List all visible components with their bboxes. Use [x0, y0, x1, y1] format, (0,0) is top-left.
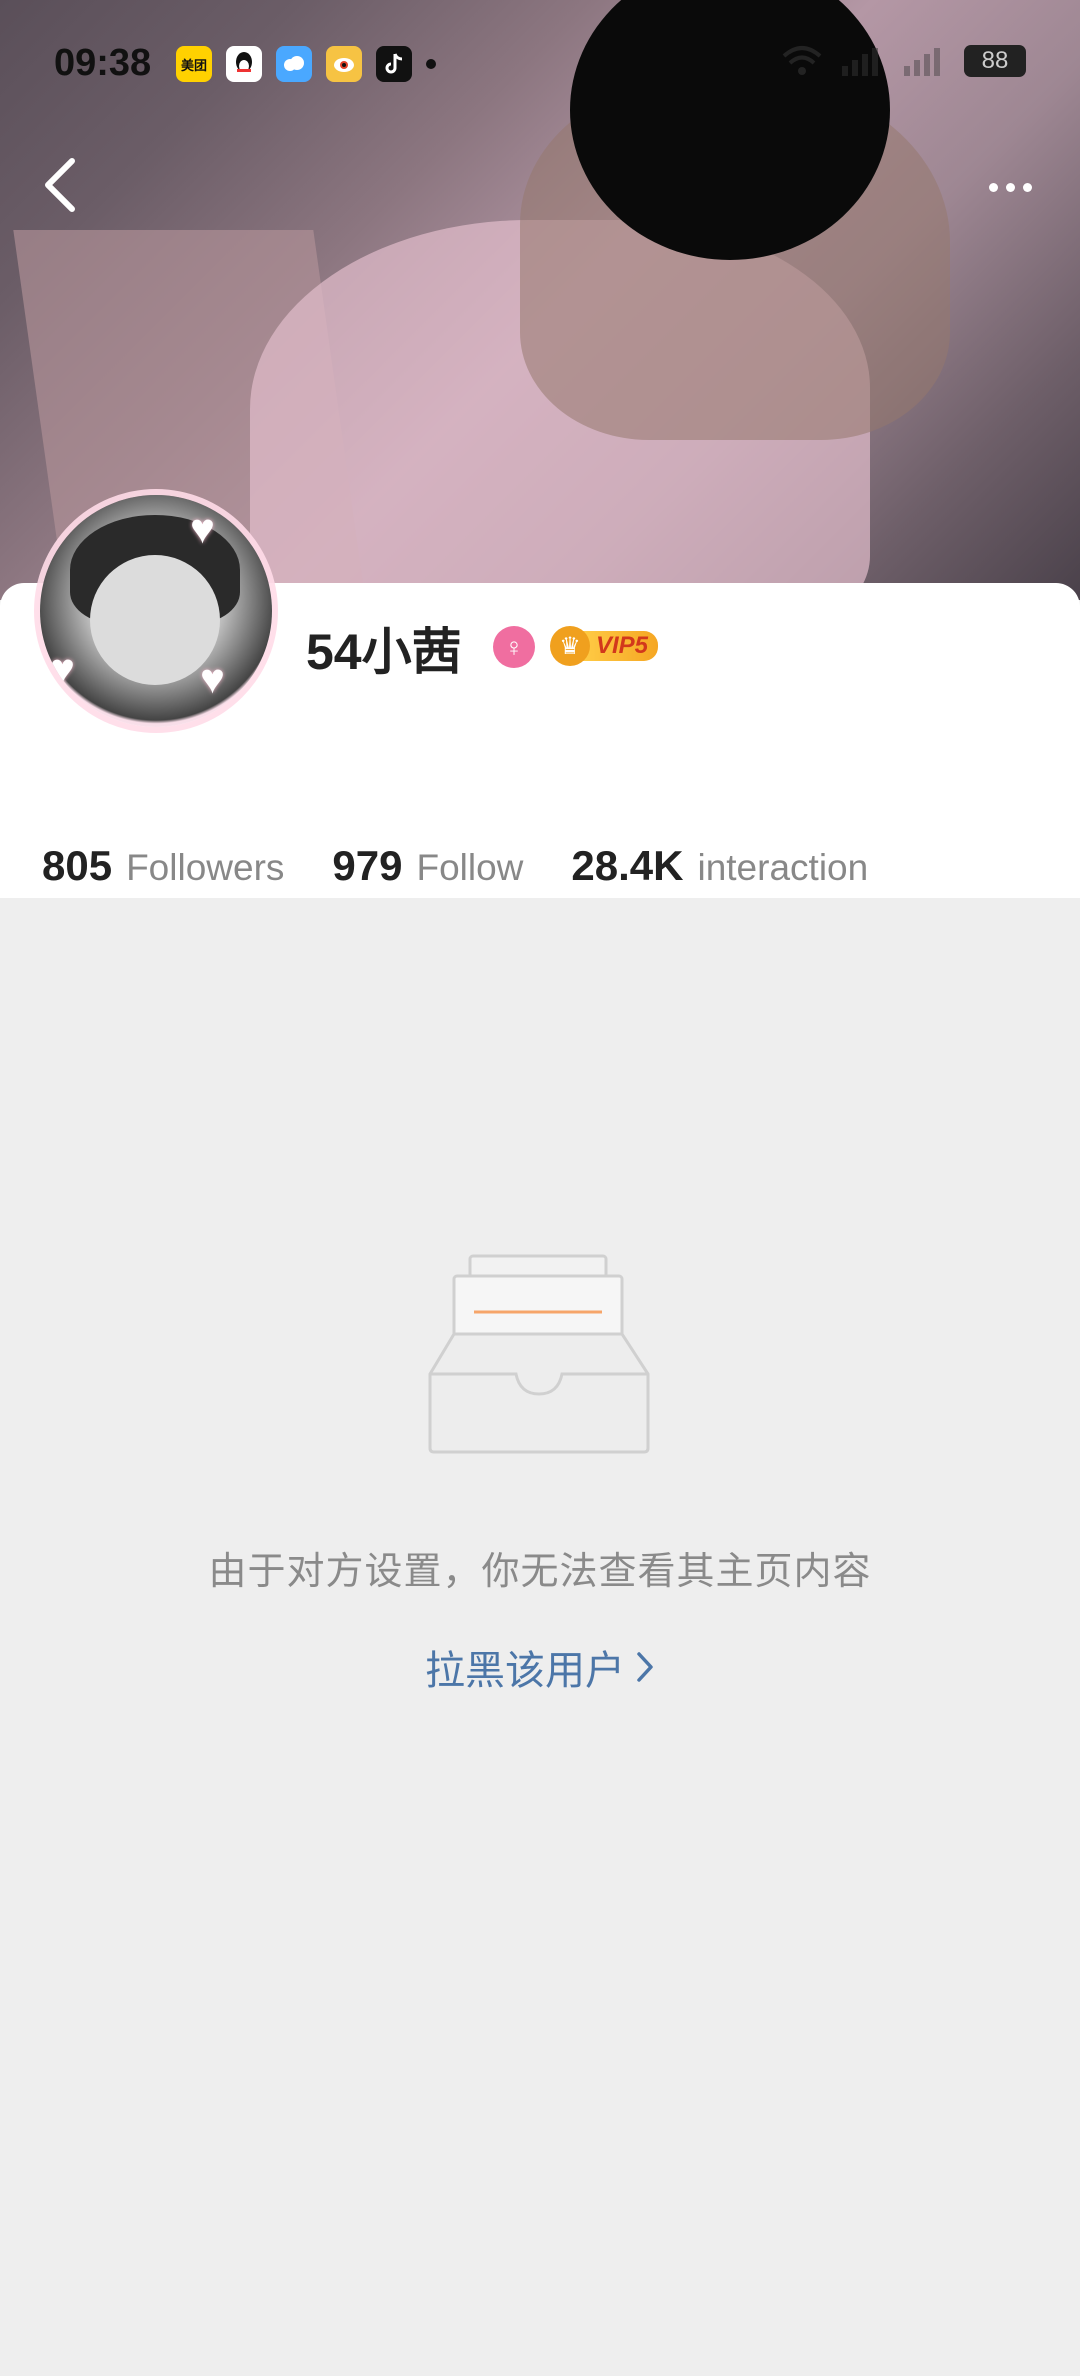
status-app-icons: 美团 — [176, 46, 436, 82]
empty-inbox-icon — [428, 1254, 650, 1454]
heart-icon: ♥ — [50, 645, 75, 692]
qq-penguin-glyph — [236, 52, 252, 72]
heart-icon: ♥ — [190, 505, 215, 552]
status-time: 09:38 — [54, 42, 152, 84]
status-bar: 09:38 美团 88 — [0, 0, 1080, 130]
meituan-icon: 美团 — [176, 46, 212, 82]
restricted-message: 由于对方设置，你无法查看其主页内容 — [208, 1551, 872, 1593]
note-glyph — [385, 53, 403, 74]
battery-level: 88 — [981, 47, 1009, 74]
block-user-label: 拉黑该用户 — [425, 1649, 625, 1693]
cloud-glyph — [284, 56, 304, 71]
avatar[interactable]: ♥ ♥ ♥ — [40, 495, 272, 727]
female-gender-icon: ♀ — [493, 626, 535, 668]
signal-icon — [842, 48, 878, 76]
vip-level: VIP5 — [582, 631, 659, 661]
stat-followers[interactable]: 805 Followers — [42, 842, 284, 890]
wifi-icon — [782, 46, 822, 75]
profile-stats: 805 Followers 979 Follow 28.4K interacti… — [42, 842, 916, 890]
weibo-icon — [326, 46, 362, 82]
more-dot-icon — [988, 182, 998, 192]
signal-2-icon — [904, 48, 940, 76]
notification-dot-icon — [426, 59, 436, 69]
status-indicators: 88 — [780, 44, 1026, 78]
eye-glyph — [334, 58, 354, 72]
more-options-button[interactable] — [970, 152, 1050, 222]
crown-icon: ♛ — [550, 626, 590, 666]
heart-icon: ♥ — [200, 655, 225, 702]
chevron-right-icon — [637, 1652, 653, 1682]
followers-label: Followers — [126, 847, 285, 888]
more-dot-icon — [1022, 182, 1032, 192]
interaction-count: 28.4K — [571, 842, 684, 889]
vip-badge[interactable]: ♛ VIP5 — [550, 622, 664, 670]
follow-label: Follow — [416, 847, 524, 888]
baidu-netdisk-icon — [276, 46, 312, 82]
more-dot-icon — [1005, 182, 1015, 192]
follow-count: 979 — [332, 842, 403, 889]
meituan-icon-label: 美团 — [180, 57, 207, 73]
username: 54小茜 — [306, 624, 462, 680]
gender-symbol: ♀ — [504, 631, 524, 662]
back-button[interactable] — [30, 150, 90, 220]
qq-icon — [226, 46, 262, 82]
interaction-label: interaction — [697, 847, 869, 888]
stat-follow[interactable]: 979 Follow — [332, 842, 523, 890]
battery-indicator: 88 — [964, 45, 1026, 77]
tiktok-icon — [376, 46, 412, 82]
followers-count: 805 — [42, 842, 113, 889]
stat-interaction[interactable]: 28.4K interaction — [571, 842, 868, 890]
chevron-left-icon — [45, 158, 75, 212]
block-user-link[interactable]: 拉黑该用户 — [0, 1638, 1080, 1696]
